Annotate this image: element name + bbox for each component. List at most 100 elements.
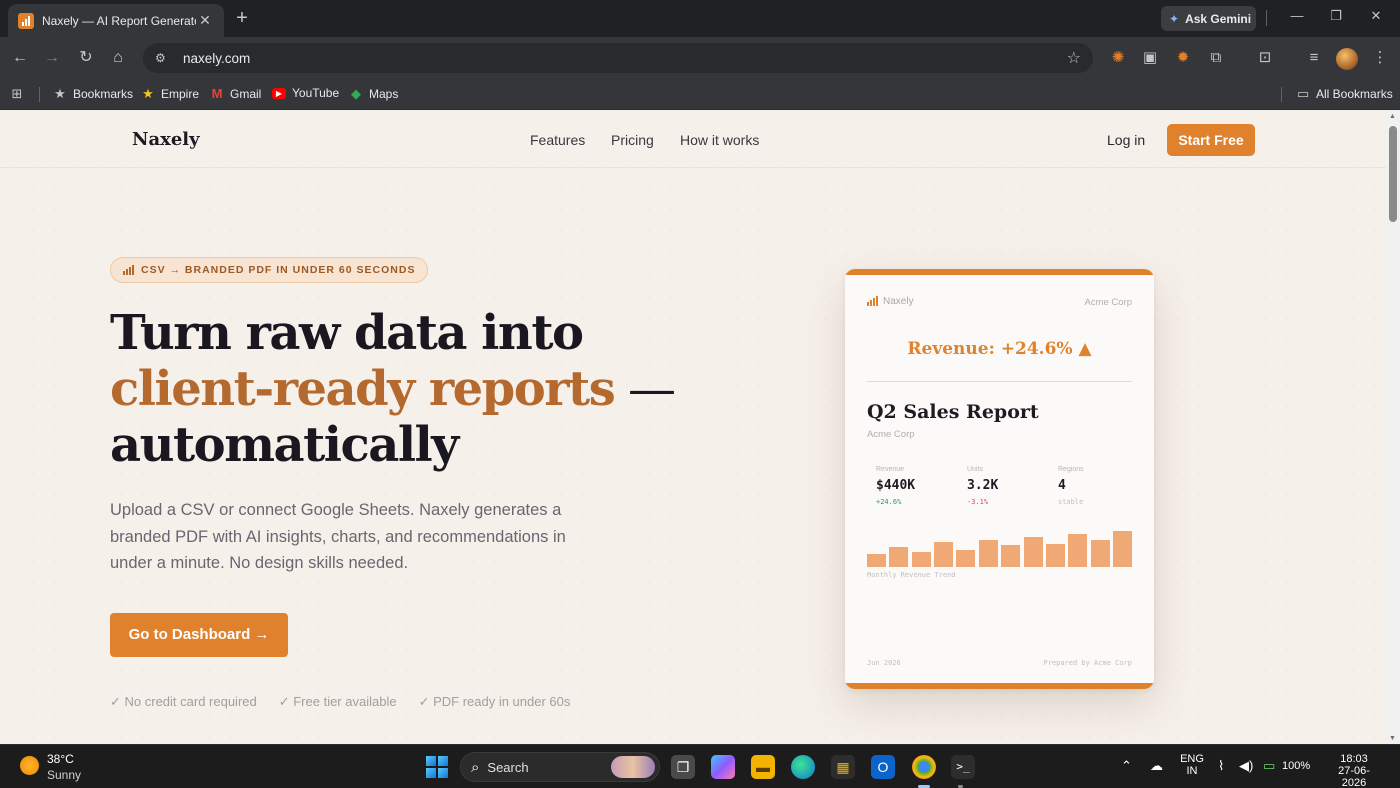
extension-sunburst-icon[interactable]: ✹	[1173, 48, 1193, 68]
go-to-dashboard-button[interactable]: Go to Dashboard →	[110, 613, 288, 657]
taskbar-search[interactable]: ⌕ Search	[460, 752, 660, 782]
windows-start-icon[interactable]	[426, 756, 448, 778]
tab-search-icon[interactable]: ⊡	[1255, 48, 1275, 68]
site-settings-icon[interactable]: ⚙	[155, 51, 173, 65]
page-scrollbar[interactable]: ▲ ▼	[1386, 110, 1400, 744]
bookmarks-bar: ⊞ ★ Bookmarks ★ Empire M Gmail ▶ YouTube ◆ Ma…	[0, 79, 1400, 110]
metric-label: Revenue	[876, 466, 905, 473]
scroll-up-icon[interactable]: ▲	[1389, 113, 1396, 120]
chart-bar	[934, 542, 953, 567]
home-icon[interactable]: ⌂	[107, 47, 129, 69]
forward-arrow-icon[interactable]: →	[41, 47, 63, 69]
reading-list-icon[interactable]: ≡	[1304, 48, 1324, 68]
weather-description[interactable]: Sunny	[47, 768, 81, 782]
maps-icon: ◆	[351, 86, 361, 101]
chrome-taskbar-icon[interactable]	[912, 755, 936, 779]
metric-label: Units	[967, 466, 983, 473]
headline-line-1: Turn raw data into	[110, 305, 584, 361]
bookmark-bookmarks[interactable]: ★ Bookmarks	[53, 86, 133, 102]
store-icon[interactable]: ▦	[831, 755, 855, 779]
chart-caption: Monthly Revenue Trend	[867, 571, 956, 579]
profile-avatar[interactable]	[1336, 48, 1358, 70]
nav-pricing[interactable]: Pricing	[611, 132, 654, 148]
battery-percent[interactable]: 100%	[1282, 760, 1310, 772]
reload-icon[interactable]: ↻	[75, 47, 97, 69]
task-view-icon[interactable]: ❐	[671, 755, 695, 779]
extensions-puzzle-icon[interactable]: ⧉	[1206, 48, 1226, 68]
start-free-button[interactable]: Start Free	[1167, 124, 1255, 156]
report-preview-card: Naxely Acme Corp Revenue: +24.6% ▲ Q2 Sa…	[845, 269, 1154, 689]
check-free-tier: ✓ Free tier available	[278, 694, 397, 709]
bookmark-empire[interactable]: ★ Empire	[141, 86, 199, 102]
metric-delta: stable	[1058, 498, 1084, 506]
new-tab-icon[interactable]: +	[232, 7, 252, 29]
check-pdf-ready: ✓ PDF ready in under 60s	[418, 694, 571, 709]
browser-tab-active[interactable]: Naxely — AI Report Generator ✕	[8, 4, 224, 37]
show-hidden-icons-icon[interactable]: ⌃	[1121, 758, 1132, 774]
login-link[interactable]: Log in	[1107, 132, 1145, 148]
close-window-icon[interactable]: ✕	[1366, 8, 1386, 24]
weather-temperature[interactable]: 38°C	[47, 752, 74, 766]
nav-how-it-works[interactable]: How it works	[680, 132, 759, 148]
hero-checklist: ✓ No credit card required ✓ Free tier av…	[110, 694, 570, 710]
chrome-menu-icon[interactable]: ⋮	[1370, 48, 1390, 68]
ask-gemini-button[interactable]: ✦ Ask Gemini	[1161, 6, 1256, 31]
metric-delta: +24.6%	[876, 498, 902, 506]
nav-features[interactable]: Features	[530, 132, 585, 148]
card-date: Jun 2026	[867, 659, 901, 667]
edge-icon[interactable]	[791, 755, 815, 779]
bookmark-gmail[interactable]: M Gmail	[210, 86, 262, 101]
site-logo[interactable]: Naxely	[132, 129, 200, 150]
extension-claude-icon[interactable]: ✺	[1108, 48, 1128, 68]
card-report-subtitle: Acme Corp	[867, 429, 915, 440]
tab-title: Naxely — AI Report Generator	[42, 13, 196, 28]
gmail-icon: M	[211, 86, 223, 101]
star-icon: ★	[54, 86, 66, 101]
browser-toolbar: ← → ↻ ⌂ ⚙ naxely.com ☆ ✺ ▣ ✹ ⧉ ⊡ ≡ ⋮	[0, 37, 1400, 79]
apps-grid-icon[interactable]: ⊞	[10, 86, 24, 102]
youtube-icon: ▶	[272, 87, 286, 99]
windows-taskbar: 38°C Sunny ⌕ Search ❐ ▬ ▦ O >_ ⌃ ☁ ENG IN…	[0, 744, 1400, 788]
terminal-icon[interactable]: >_	[951, 755, 975, 779]
copilot-icon[interactable]	[711, 755, 735, 779]
address-bar[interactable]: ⚙ naxely.com ☆	[143, 43, 1093, 73]
hero-headline: Turn raw data into client-ready reports …	[110, 305, 676, 473]
outlook-icon[interactable]: O	[871, 755, 895, 779]
card-report-title: Q2 Sales Report	[867, 401, 1039, 423]
clock-time: 18:03	[1340, 753, 1368, 765]
lang-top: ENG	[1180, 753, 1204, 765]
clock[interactable]: 18:03 27-06-2026	[1326, 753, 1382, 788]
onedrive-cloud-icon[interactable]: ☁	[1150, 758, 1163, 774]
chart-bar	[979, 540, 998, 567]
file-explorer-icon[interactable]: ▬	[751, 755, 775, 779]
hero-badge: CSV → BRANDED PDF IN UNDER 60 SECONDS	[110, 257, 429, 283]
naxely-favicon-icon	[18, 12, 34, 29]
restore-window-icon[interactable]: ❐	[1326, 8, 1346, 24]
card-bottom-accent	[845, 683, 1154, 689]
close-tab-icon[interactable]: ✕	[196, 12, 214, 29]
bookmark-star-icon[interactable]: ☆	[1067, 48, 1081, 68]
scrollbar-thumb[interactable]	[1389, 126, 1397, 222]
bookmark-youtube[interactable]: ▶ YouTube	[272, 86, 339, 100]
sun-icon[interactable]	[20, 756, 39, 775]
bar-chart-icon	[123, 264, 134, 275]
minimize-icon[interactable]: —	[1287, 8, 1307, 23]
metric-delta: -3.1%	[967, 498, 989, 506]
scroll-down-icon[interactable]: ▼	[1389, 735, 1396, 742]
metric-value: $440K	[876, 478, 916, 493]
metric-value: 4	[1058, 478, 1066, 493]
taskbar-search-label: Search	[487, 759, 529, 775]
wifi-icon[interactable]: ⌇	[1218, 758, 1224, 774]
language-indicator[interactable]: ENG IN	[1180, 753, 1204, 777]
extension-translate-icon[interactable]: ▣	[1140, 48, 1160, 68]
folder-icon: ▭	[1296, 86, 1310, 101]
chart-bar	[1024, 537, 1043, 567]
metric-regions: Regions 4 stable	[1058, 466, 1084, 506]
back-arrow-icon[interactable]: ←	[9, 47, 31, 69]
url-text: naxely.com	[183, 50, 251, 66]
all-bookmarks-folder[interactable]: ▭ All Bookmarks	[1296, 86, 1393, 102]
battery-icon[interactable]: ▭	[1263, 758, 1275, 774]
bookmark-maps[interactable]: ◆ Maps	[349, 86, 398, 102]
volume-icon[interactable]: ◀)	[1239, 758, 1253, 774]
site-header: Naxely Features Pricing How it works Log…	[0, 110, 1386, 168]
